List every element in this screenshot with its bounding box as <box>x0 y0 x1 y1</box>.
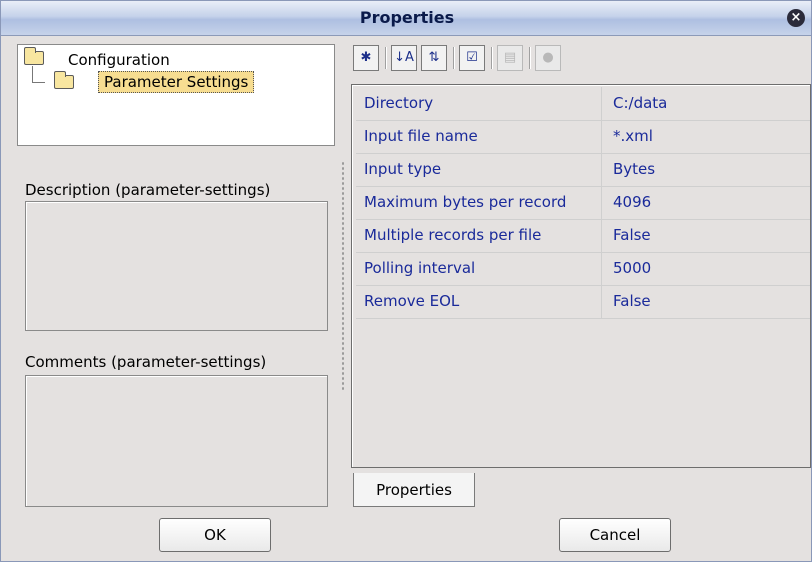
tab-properties[interactable]: Properties <box>353 473 475 507</box>
property-name: Multiple records per file <box>356 219 602 252</box>
close-icon[interactable]: × <box>787 9 805 27</box>
property-row[interactable]: Multiple records per file False <box>356 219 810 253</box>
property-row[interactable]: Input file name *.xml <box>356 120 810 154</box>
property-name: Directory <box>356 87 602 120</box>
sort-category-icon[interactable]: ⇅ <box>421 45 447 71</box>
property-value[interactable]: 4096 <box>613 186 651 219</box>
folder-icon <box>54 71 74 89</box>
property-value[interactable]: False <box>613 285 651 318</box>
comments-label: Comments (parameter-settings) <box>25 353 267 371</box>
edit-icon[interactable]: ▤ <box>497 45 523 71</box>
property-name: Maximum bytes per record <box>356 186 602 219</box>
toolbar-separator <box>529 47 531 69</box>
help-icon[interactable]: ● <box>535 45 561 71</box>
tree-item-configuration[interactable]: Configuration <box>68 51 170 69</box>
window-title: Properties <box>359 8 455 27</box>
property-name: Input file name <box>356 120 602 153</box>
tree-connector <box>32 66 45 83</box>
property-name: Remove EOL <box>356 285 602 318</box>
property-row[interactable]: Remove EOL False <box>356 285 810 319</box>
property-row[interactable]: Directory C:/data <box>356 87 810 121</box>
toolbar-separator <box>491 47 493 69</box>
properties-dialog: Properties × Configuration Parameter Set… <box>0 0 812 562</box>
tree-item-parameter-settings[interactable]: Parameter Settings <box>98 71 255 93</box>
property-row[interactable]: Input type Bytes <box>356 153 810 187</box>
pin-icon[interactable]: ✱ <box>353 45 379 71</box>
property-value[interactable]: C:/data <box>613 87 667 120</box>
property-value[interactable]: False <box>613 219 651 252</box>
property-value[interactable]: 5000 <box>613 252 651 285</box>
property-value[interactable]: Bytes <box>613 153 655 186</box>
toolbar-separator <box>453 47 455 69</box>
property-name: Polling interval <box>356 252 602 285</box>
comments-field[interactable] <box>25 375 328 507</box>
splitter-handle[interactable] <box>341 161 345 391</box>
property-row[interactable]: Maximum bytes per record 4096 <box>356 186 810 220</box>
property-value[interactable]: *.xml <box>613 120 653 153</box>
folder-icon <box>24 47 44 65</box>
configuration-tree[interactable]: Configuration Parameter Settings <box>17 44 335 146</box>
property-name: Input type <box>356 153 602 186</box>
description-field[interactable] <box>25 201 328 331</box>
toolbar-separator <box>385 47 387 69</box>
description-label: Description (parameter-settings) <box>25 181 271 199</box>
ok-button[interactable]: OK <box>159 518 271 552</box>
sort-alpha-icon[interactable]: ↓A <box>391 45 417 71</box>
cancel-button[interactable]: Cancel <box>559 518 671 552</box>
title-bar[interactable]: Properties × <box>1 1 811 36</box>
property-row[interactable]: Polling interval 5000 <box>356 252 810 286</box>
property-grid[interactable]: Directory C:/data Input file name *.xml … <box>351 84 811 468</box>
checklist-icon[interactable]: ☑ <box>459 45 485 71</box>
